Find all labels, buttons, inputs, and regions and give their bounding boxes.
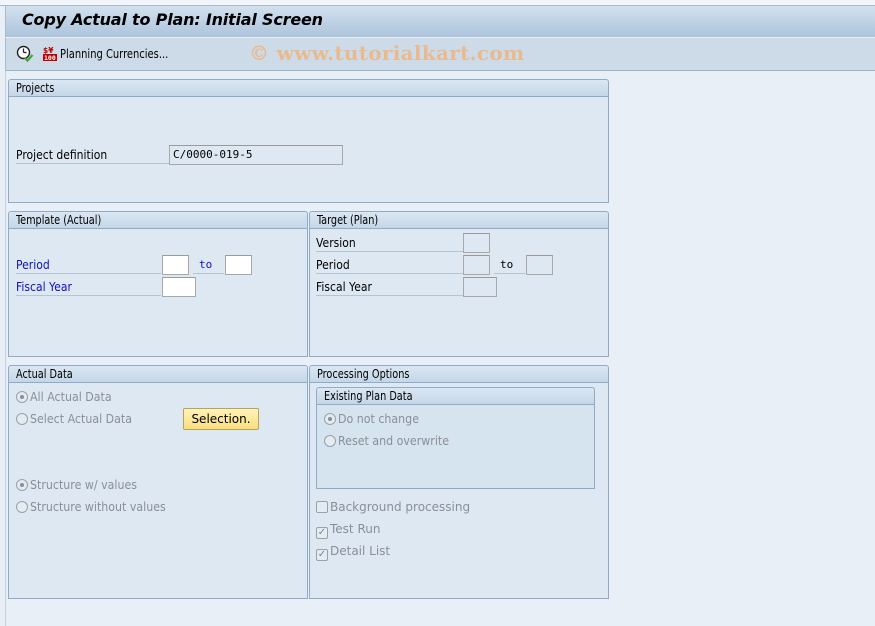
processing-options-title: Processing Options bbox=[317, 367, 410, 381]
currency-icon[interactable]: $¥ 100 bbox=[43, 46, 57, 62]
radio-indicator bbox=[324, 435, 336, 447]
checkmark-icon: ✓ bbox=[316, 549, 328, 561]
template-actual-header: Template (Actual) bbox=[9, 212, 307, 229]
target-fiscal-year-input[interactable] bbox=[463, 277, 497, 297]
target-period-to-input[interactable] bbox=[526, 255, 553, 275]
template-period-label: Period bbox=[16, 256, 161, 274]
radio-select-actual-data[interactable]: Select Actual Data bbox=[16, 410, 141, 428]
target-period-from-input[interactable] bbox=[463, 255, 490, 275]
target-to-label: to bbox=[494, 256, 525, 274]
radio-indicator bbox=[324, 413, 336, 425]
template-fiscal-year-label: Fiscal Year bbox=[16, 278, 161, 296]
project-definition-label: Project definition bbox=[16, 146, 169, 164]
watermark: © www.tutorialkart.com bbox=[249, 41, 525, 65]
template-fiscal-year-input[interactable] bbox=[162, 277, 196, 297]
template-period-to-input[interactable] bbox=[225, 255, 252, 275]
target-plan-header: Target (Plan) bbox=[310, 212, 608, 229]
existing-plan-data-title: Existing Plan Data bbox=[324, 389, 413, 403]
svg-text:100: 100 bbox=[44, 54, 56, 61]
projects-group-header: Projects bbox=[9, 80, 608, 97]
radio-indicator bbox=[16, 391, 28, 403]
target-period-label: Period bbox=[316, 256, 463, 274]
planning-currencies-button[interactable]: Planning Currencies... bbox=[60, 47, 168, 61]
left-border bbox=[5, 71, 6, 626]
radio-structure-with-values[interactable]: Structure w/ values bbox=[16, 476, 146, 494]
radio-do-not-change[interactable]: Do not change bbox=[324, 410, 426, 428]
page-title: Copy Actual to Plan: Initial Screen bbox=[22, 10, 323, 29]
target-version-label: Version bbox=[316, 234, 463, 252]
projects-group: Projects bbox=[8, 79, 609, 203]
template-actual-title: Template (Actual) bbox=[16, 213, 102, 227]
template-period-from-input[interactable] bbox=[162, 255, 189, 275]
actual-data-title: Actual Data bbox=[16, 367, 73, 381]
target-fiscal-year-label: Fiscal Year bbox=[316, 278, 463, 296]
target-plan-title: Target (Plan) bbox=[317, 213, 379, 227]
radio-indicator bbox=[16, 501, 28, 513]
title-bar: Copy Actual to Plan: Initial Screen bbox=[5, 6, 875, 37]
selection-button[interactable]: Selection. bbox=[183, 408, 259, 430]
checkbox-indicator bbox=[316, 501, 328, 513]
checkbox-background-processing[interactable]: Background processing bbox=[316, 498, 470, 516]
processing-options-header: Processing Options bbox=[310, 366, 608, 383]
actual-data-header: Actual Data bbox=[9, 366, 307, 383]
radio-indicator bbox=[16, 413, 28, 425]
template-to-label: to bbox=[193, 256, 224, 274]
radio-reset-and-overwrite[interactable]: Reset and overwrite bbox=[324, 432, 459, 450]
radio-indicator bbox=[16, 479, 28, 491]
checkbox-detail-list[interactable]: ✓ Detail List bbox=[316, 542, 390, 561]
execute-clock-icon[interactable] bbox=[16, 45, 34, 63]
project-definition-input[interactable]: C/0000-019-5 bbox=[169, 145, 343, 165]
existing-plan-data-header: Existing Plan Data bbox=[317, 388, 594, 405]
application-toolbar: $¥ 100 Planning Currencies... © www.tuto… bbox=[5, 37, 875, 71]
radio-all-actual-data[interactable]: All Actual Data bbox=[16, 388, 119, 406]
target-version-input[interactable] bbox=[463, 233, 490, 253]
projects-title: Projects bbox=[16, 81, 55, 95]
checkmark-icon: ✓ bbox=[316, 527, 328, 539]
radio-structure-without-values[interactable]: Structure without values bbox=[16, 498, 178, 516]
checkbox-test-run[interactable]: ✓ Test Run bbox=[316, 520, 380, 539]
